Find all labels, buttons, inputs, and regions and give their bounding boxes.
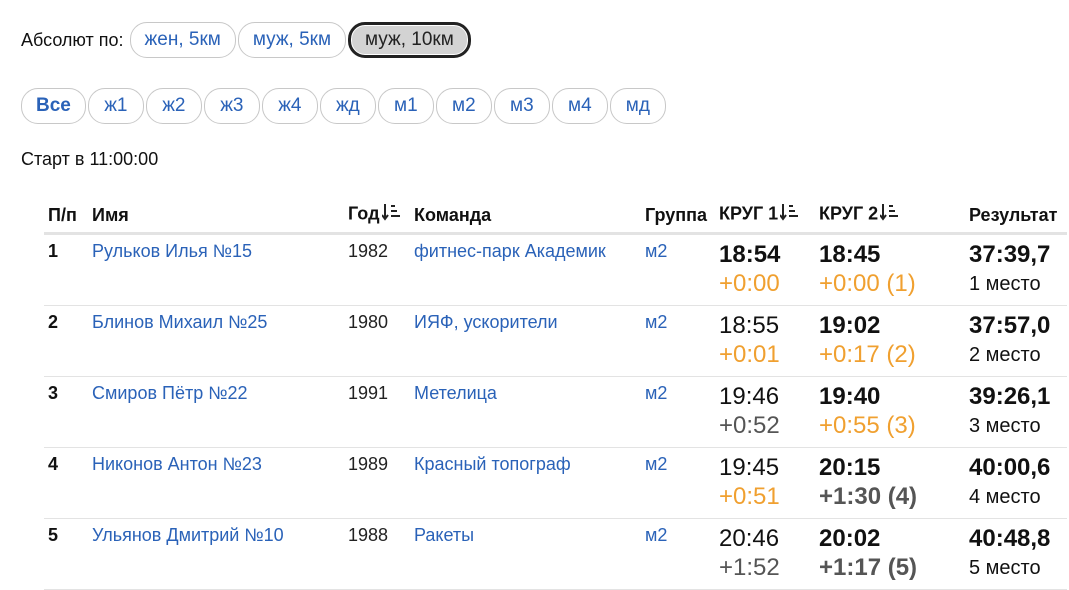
result-place: 3 место (969, 415, 1041, 437)
row-num: 4 (44, 447, 88, 519)
header-team: Команда (410, 198, 641, 235)
row-year: 1991 (344, 376, 410, 448)
group-md-button[interactable]: мд (609, 88, 666, 124)
header-group: Группа (641, 198, 715, 235)
group-zh4-button[interactable]: ж4 (261, 88, 318, 124)
row-num: 2 (44, 305, 88, 377)
group-zh3-button[interactable]: ж3 (203, 88, 260, 124)
team-link[interactable]: Метелица (414, 383, 497, 403)
athlete-name-link[interactable]: Смиров Пётр №22 (92, 383, 248, 403)
group-zh1-button[interactable]: ж1 (87, 88, 144, 124)
result-place: 1 место (969, 273, 1041, 295)
start-time: Старт в 11:00:00 (21, 149, 159, 169)
team-link[interactable]: Ракеты (414, 525, 474, 545)
group-m2-button[interactable]: м2 (435, 88, 492, 124)
group-m3-button[interactable]: м3 (493, 88, 550, 124)
row-num: 1 (44, 233, 88, 306)
team-link[interactable]: фитнес-парк Академик (414, 241, 606, 261)
lap1-time: 19:46 (719, 383, 780, 410)
lap1-delta: +0:00 (719, 270, 780, 297)
athlete-name-link[interactable]: Ульянов Дмитрий №10 (92, 525, 284, 545)
sort-icon (380, 203, 402, 226)
lap2-delta: +0:17 (2) (819, 341, 916, 368)
team-link[interactable]: Красный топограф (414, 454, 571, 474)
group-link[interactable]: м2 (645, 241, 667, 261)
absolute-filter: Абсолют по: жен, 5км муж, 5км муж, 10км (21, 22, 473, 58)
absolute-men-10km-button[interactable]: муж, 10км (348, 22, 471, 58)
row-num: 5 (44, 518, 88, 590)
absolute-men-5km-button[interactable]: муж, 5км (237, 22, 347, 58)
table-row: 2 Блинов Михаил №25 1980 ИЯФ, ускорители… (44, 305, 1067, 377)
table-header-row: П/п Имя Год Команда Группа КРУГ 1 КРУГ 2… (44, 198, 1067, 235)
lap2-time: 19:02 (819, 312, 881, 339)
table-row: 4 Никонов Антон №23 1989 Красный топогра… (44, 447, 1067, 519)
results-table: П/п Имя Год Команда Группа КРУГ 1 КРУГ 2… (44, 198, 1067, 590)
group-link[interactable]: м2 (645, 454, 667, 474)
athlete-name-link[interactable]: Блинов Михаил №25 (92, 312, 267, 332)
header-lap1-label: КРУГ 1 (719, 203, 779, 224)
row-year: 1980 (344, 305, 410, 377)
group-link[interactable]: м2 (645, 525, 667, 545)
header-lap1[interactable]: КРУГ 1 (715, 198, 815, 235)
lap1-time: 19:45 (719, 454, 780, 481)
lap1-delta: +1:52 (719, 554, 780, 581)
athlete-name-link[interactable]: Никонов Антон №23 (92, 454, 262, 474)
header-year[interactable]: Год (344, 198, 410, 235)
lap1-delta: +0:01 (719, 341, 780, 368)
lap2-delta: +0:00 (1) (819, 270, 916, 297)
header-year-label: Год (348, 203, 380, 224)
result-place: 4 место (969, 486, 1041, 508)
group-filter: Все ж1 ж2 ж3 ж4 жд м1 м2 м3 м4 мд (21, 88, 668, 124)
absolute-women-5km-button[interactable]: жен, 5км (129, 22, 236, 58)
lap1-time: 20:46 (719, 525, 780, 552)
header-lap2-label: КРУГ 2 (819, 203, 879, 224)
row-num: 3 (44, 376, 88, 448)
header-num: П/п (44, 198, 88, 235)
group-m4-button[interactable]: м4 (551, 88, 608, 124)
lap2-time: 18:45 (819, 241, 881, 268)
lap2-time: 20:15 (819, 454, 881, 481)
group-link[interactable]: м2 (645, 312, 667, 332)
lap1-delta: +0:51 (719, 483, 780, 510)
lap1-delta: +0:52 (719, 412, 780, 439)
lap2-delta: +1:17 (5) (819, 554, 918, 581)
result-time: 37:39,7 (969, 241, 1051, 268)
lap2-time: 20:02 (819, 525, 881, 552)
sort-icon (779, 203, 800, 226)
row-year: 1982 (344, 233, 410, 306)
lap2-delta: +1:30 (4) (819, 483, 918, 510)
result-time: 39:26,1 (969, 383, 1051, 410)
row-year: 1988 (344, 518, 410, 590)
absolute-label: Абсолют по: (21, 29, 124, 50)
header-name: Имя (88, 198, 344, 235)
table-row: 1 Рульков Илья №15 1982 фитнес-парк Акад… (44, 233, 1067, 306)
header-lap2[interactable]: КРУГ 2 (815, 198, 965, 235)
group-link[interactable]: м2 (645, 383, 667, 403)
result-time: 40:48,8 (969, 525, 1051, 552)
result-place: 2 место (969, 344, 1041, 366)
header-result: Результат (965, 198, 1067, 235)
table-row: 5 Ульянов Дмитрий №10 1988 Ракеты м2 20:… (44, 518, 1067, 590)
group-zh2-button[interactable]: ж2 (145, 88, 202, 124)
lap2-delta: +0:55 (3) (819, 412, 916, 439)
lap1-time: 18:54 (719, 241, 781, 268)
team-link[interactable]: ИЯФ, ускорители (414, 312, 558, 332)
table-row: 3 Смиров Пётр №22 1991 Метелица м2 19:46… (44, 376, 1067, 448)
result-place: 5 место (969, 557, 1041, 579)
lap2-time: 19:40 (819, 383, 881, 410)
result-time: 40:00,6 (969, 454, 1051, 481)
group-all-button[interactable]: Все (21, 88, 86, 124)
result-time: 37:57,0 (969, 312, 1051, 339)
group-zhd-button[interactable]: жд (319, 88, 376, 124)
row-year: 1989 (344, 447, 410, 519)
group-m1-button[interactable]: м1 (377, 88, 434, 124)
lap1-time: 18:55 (719, 312, 780, 339)
sort-icon (879, 203, 900, 226)
athlete-name-link[interactable]: Рульков Илья №15 (92, 241, 252, 261)
